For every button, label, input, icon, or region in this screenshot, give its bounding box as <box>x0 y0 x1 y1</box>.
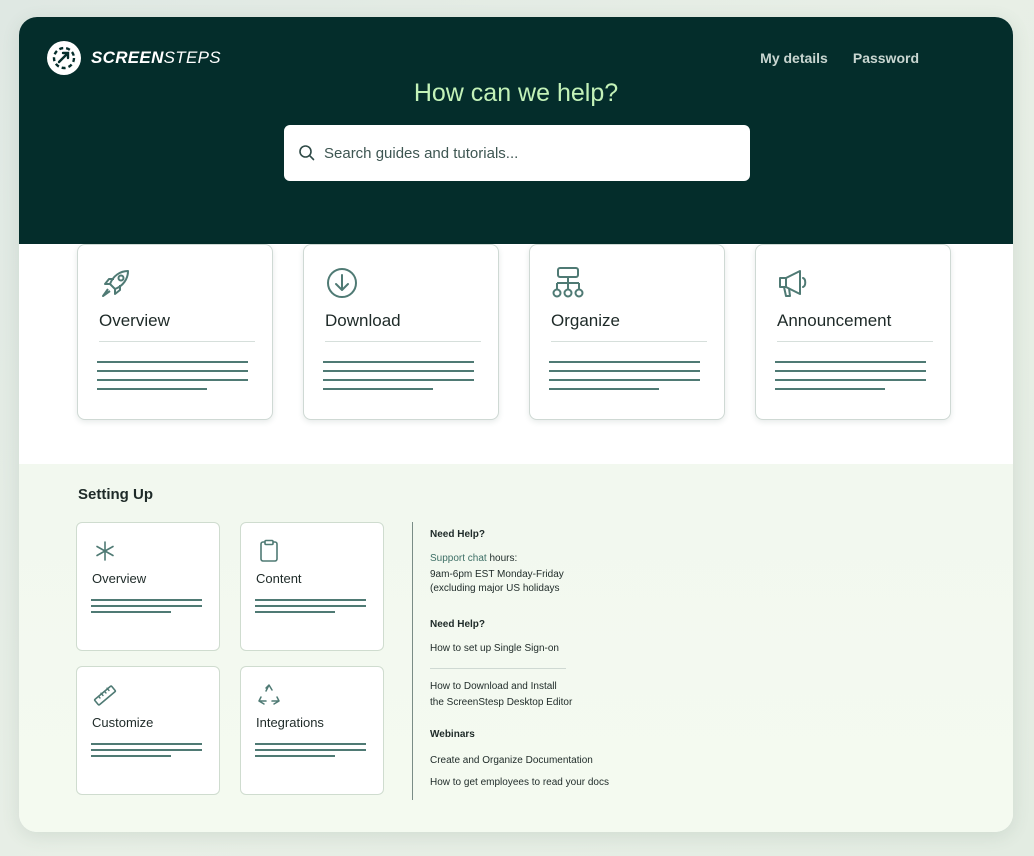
ruler-icon <box>93 685 117 706</box>
link-divider <box>430 668 566 669</box>
download-icon <box>327 268 357 298</box>
text-placeholder-lines <box>255 599 366 617</box>
rocket-icon <box>102 270 129 297</box>
vertical-divider <box>412 522 413 800</box>
text-placeholder-lines <box>97 361 248 397</box>
screensteps-logo-icon <box>47 41 81 75</box>
category-card-overview[interactable]: Overview <box>77 244 273 420</box>
text-placeholder-lines <box>255 743 366 761</box>
text-placeholder-lines <box>91 599 202 617</box>
category-card-title: Download <box>325 311 401 330</box>
sso-guide-link[interactable]: How to set up Single Sign-on <box>430 641 559 656</box>
support-hours-line: Support chat hours: <box>430 553 518 564</box>
text-placeholder-lines <box>549 361 700 397</box>
setup-card-content[interactable]: Content <box>240 522 384 651</box>
setup-card-integrations[interactable]: Integrations <box>240 666 384 795</box>
divider <box>99 341 255 342</box>
desktop-editor-link-line1[interactable]: How to Download and Install <box>430 679 557 694</box>
category-card-title: Announcement <box>777 311 892 330</box>
hero-title: How can we help? <box>413 79 619 107</box>
divider <box>777 341 933 342</box>
category-card-organize[interactable]: Organize <box>529 244 725 420</box>
hours-note: (excluding major US holidays <box>430 583 560 594</box>
divider <box>325 341 481 342</box>
webinar-link-1[interactable]: Create and Organize Documentation <box>430 753 593 768</box>
category-card-announcement[interactable]: Announcement <box>755 244 951 420</box>
help-heading-2: Need Help? <box>430 619 486 630</box>
support-chat-link[interactable]: Support chat <box>430 553 487 564</box>
setup-card-title: Content <box>256 571 302 586</box>
webinar-link-2[interactable]: How to get employees to read your docs <box>430 775 609 790</box>
text-placeholder-lines <box>91 743 202 761</box>
desktop-editor-link-line2[interactable]: the ScreenStesp Desktop Editor <box>430 695 572 710</box>
category-card-download[interactable]: Download <box>303 244 499 420</box>
search-input[interactable] <box>324 144 724 162</box>
text-placeholder-lines <box>323 361 474 397</box>
setup-card-title: Integrations <box>256 715 324 730</box>
top-navigation: My details Password <box>760 50 919 66</box>
search-box[interactable] <box>284 125 750 181</box>
megaphone-icon <box>779 270 807 297</box>
hours-line: 9am-6pm EST Monday-Friday <box>430 569 564 580</box>
setup-card-overview[interactable]: Overview <box>76 522 220 651</box>
category-card-title: Overview <box>99 311 170 330</box>
setup-card-title: Customize <box>92 715 154 730</box>
category-card-title: Organize <box>551 311 620 330</box>
divider <box>551 341 707 342</box>
search-icon <box>299 145 315 161</box>
sitemap-icon <box>552 267 584 298</box>
recycle-icon <box>258 684 280 705</box>
setup-card-customize[interactable]: Customize <box>76 666 220 795</box>
brand-name: SCREENSTEPS <box>91 48 221 67</box>
asterisk-icon <box>96 541 114 561</box>
setup-card-title: Overview <box>92 571 147 586</box>
clipboard-icon <box>260 539 278 562</box>
help-heading: Need Help? <box>430 529 486 540</box>
nav-my-details[interactable]: My details <box>760 50 828 66</box>
nav-password[interactable]: Password <box>853 50 919 66</box>
section-title: Setting Up <box>78 486 153 503</box>
hero-header: SCREENSTEPS My details Password How can … <box>19 17 1013 244</box>
webinars-heading: Webinars <box>430 729 475 740</box>
brand-logo[interactable]: SCREENSTEPS <box>47 41 221 75</box>
text-placeholder-lines <box>775 361 926 397</box>
